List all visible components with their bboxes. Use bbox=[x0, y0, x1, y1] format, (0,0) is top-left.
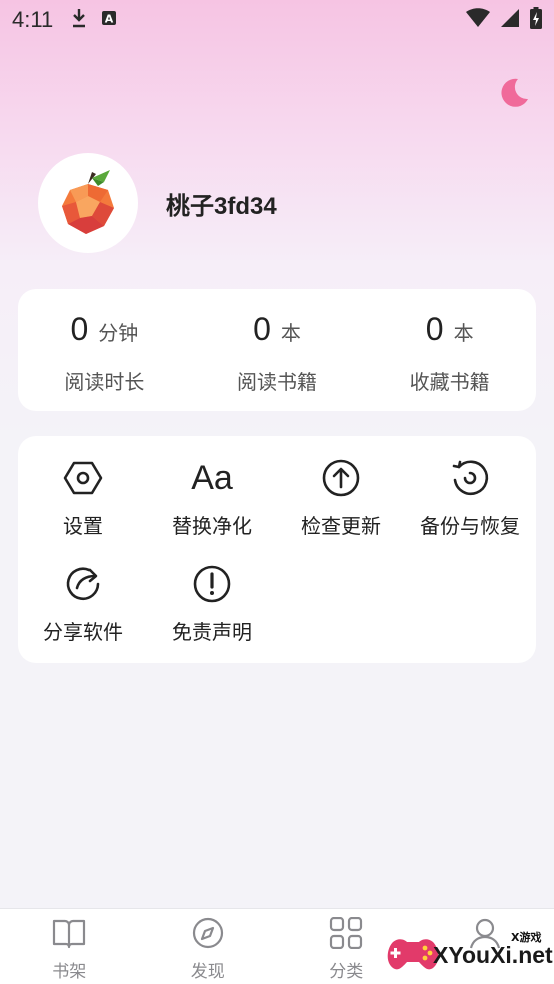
nav-item-bookshelf[interactable]: 书架 bbox=[0, 909, 139, 984]
stat-unit: 本 bbox=[280, 321, 301, 345]
settings-button[interactable]: 设置 bbox=[18, 458, 148, 539]
peach-icon bbox=[58, 166, 118, 240]
stat-books-read[interactable]: 0 本 阅读书籍 bbox=[191, 289, 364, 411]
moon-icon[interactable] bbox=[497, 76, 531, 110]
reading-stats-card: 0 分钟 阅读时长 0 本 阅读书籍 0 本 收藏书籍 bbox=[18, 289, 536, 411]
signal-icon bbox=[500, 8, 520, 32]
profile-section[interactable]: 桃子3fd34 bbox=[38, 153, 277, 253]
share-icon bbox=[63, 564, 103, 604]
menu-label: 备份与恢复 bbox=[420, 514, 520, 538]
nav-label: 发现 bbox=[190, 962, 225, 982]
watermark: X游戏 XYouXi.net bbox=[385, 918, 553, 980]
book-open-icon bbox=[52, 917, 86, 953]
username: 桃子3fd34 bbox=[166, 192, 277, 220]
hexagon-gear-icon bbox=[63, 458, 103, 498]
disclaimer-button[interactable]: 免责声明 bbox=[147, 564, 277, 645]
nav-item-discover[interactable]: 发现 bbox=[139, 909, 278, 984]
stat-label: 阅读书籍 bbox=[237, 370, 317, 394]
menu-label: 免责声明 bbox=[172, 620, 252, 644]
menu-label: 替换净化 bbox=[172, 514, 252, 538]
wifi-icon bbox=[466, 8, 490, 32]
stat-unit: 分钟 bbox=[98, 321, 139, 345]
status-bar: 4:11 A bbox=[0, 0, 554, 40]
avatar[interactable] bbox=[38, 153, 138, 253]
menu-label: 检查更新 bbox=[301, 514, 381, 538]
download-icon bbox=[71, 8, 87, 33]
stat-reading-time[interactable]: 0 分钟 阅读时长 bbox=[18, 289, 191, 411]
menu-card: 设置 Aa 替换净化 检查更新 备份与恢复 分享软件 免责声明 bbox=[18, 436, 536, 663]
status-time: 4:11 bbox=[12, 7, 54, 32]
stat-value: 0 bbox=[253, 311, 271, 347]
nav-label: 分类 bbox=[329, 962, 364, 982]
arrow-up-circle-icon bbox=[321, 458, 361, 498]
font-aa-icon: Aa bbox=[191, 458, 233, 497]
exclamation-circle-icon bbox=[192, 564, 232, 604]
svg-text:A: A bbox=[105, 12, 114, 25]
stat-label: 阅读时长 bbox=[64, 370, 145, 394]
stat-label: 收藏书籍 bbox=[409, 370, 490, 394]
replace-purify-button[interactable]: Aa 替换净化 bbox=[147, 458, 277, 539]
share-app-button[interactable]: 分享软件 bbox=[18, 564, 148, 645]
nav-label: 书架 bbox=[52, 962, 87, 982]
compass-icon bbox=[191, 917, 225, 953]
battery-charging-icon bbox=[530, 7, 542, 33]
stat-value: 0 bbox=[425, 311, 444, 347]
grid-icon bbox=[329, 916, 363, 953]
stat-value: 0 bbox=[70, 311, 89, 347]
restore-icon bbox=[450, 458, 490, 498]
stat-books-saved[interactable]: 0 本 收藏书籍 bbox=[363, 289, 536, 411]
a-box-icon: A bbox=[101, 10, 117, 31]
watermark-text: XYouXi.net bbox=[433, 942, 553, 968]
check-update-button[interactable]: 检查更新 bbox=[276, 458, 406, 539]
menu-label: 分享软件 bbox=[43, 620, 123, 644]
menu-label: 设置 bbox=[63, 514, 103, 538]
backup-restore-button[interactable]: 备份与恢复 bbox=[405, 458, 535, 539]
stat-unit: 本 bbox=[453, 321, 474, 345]
